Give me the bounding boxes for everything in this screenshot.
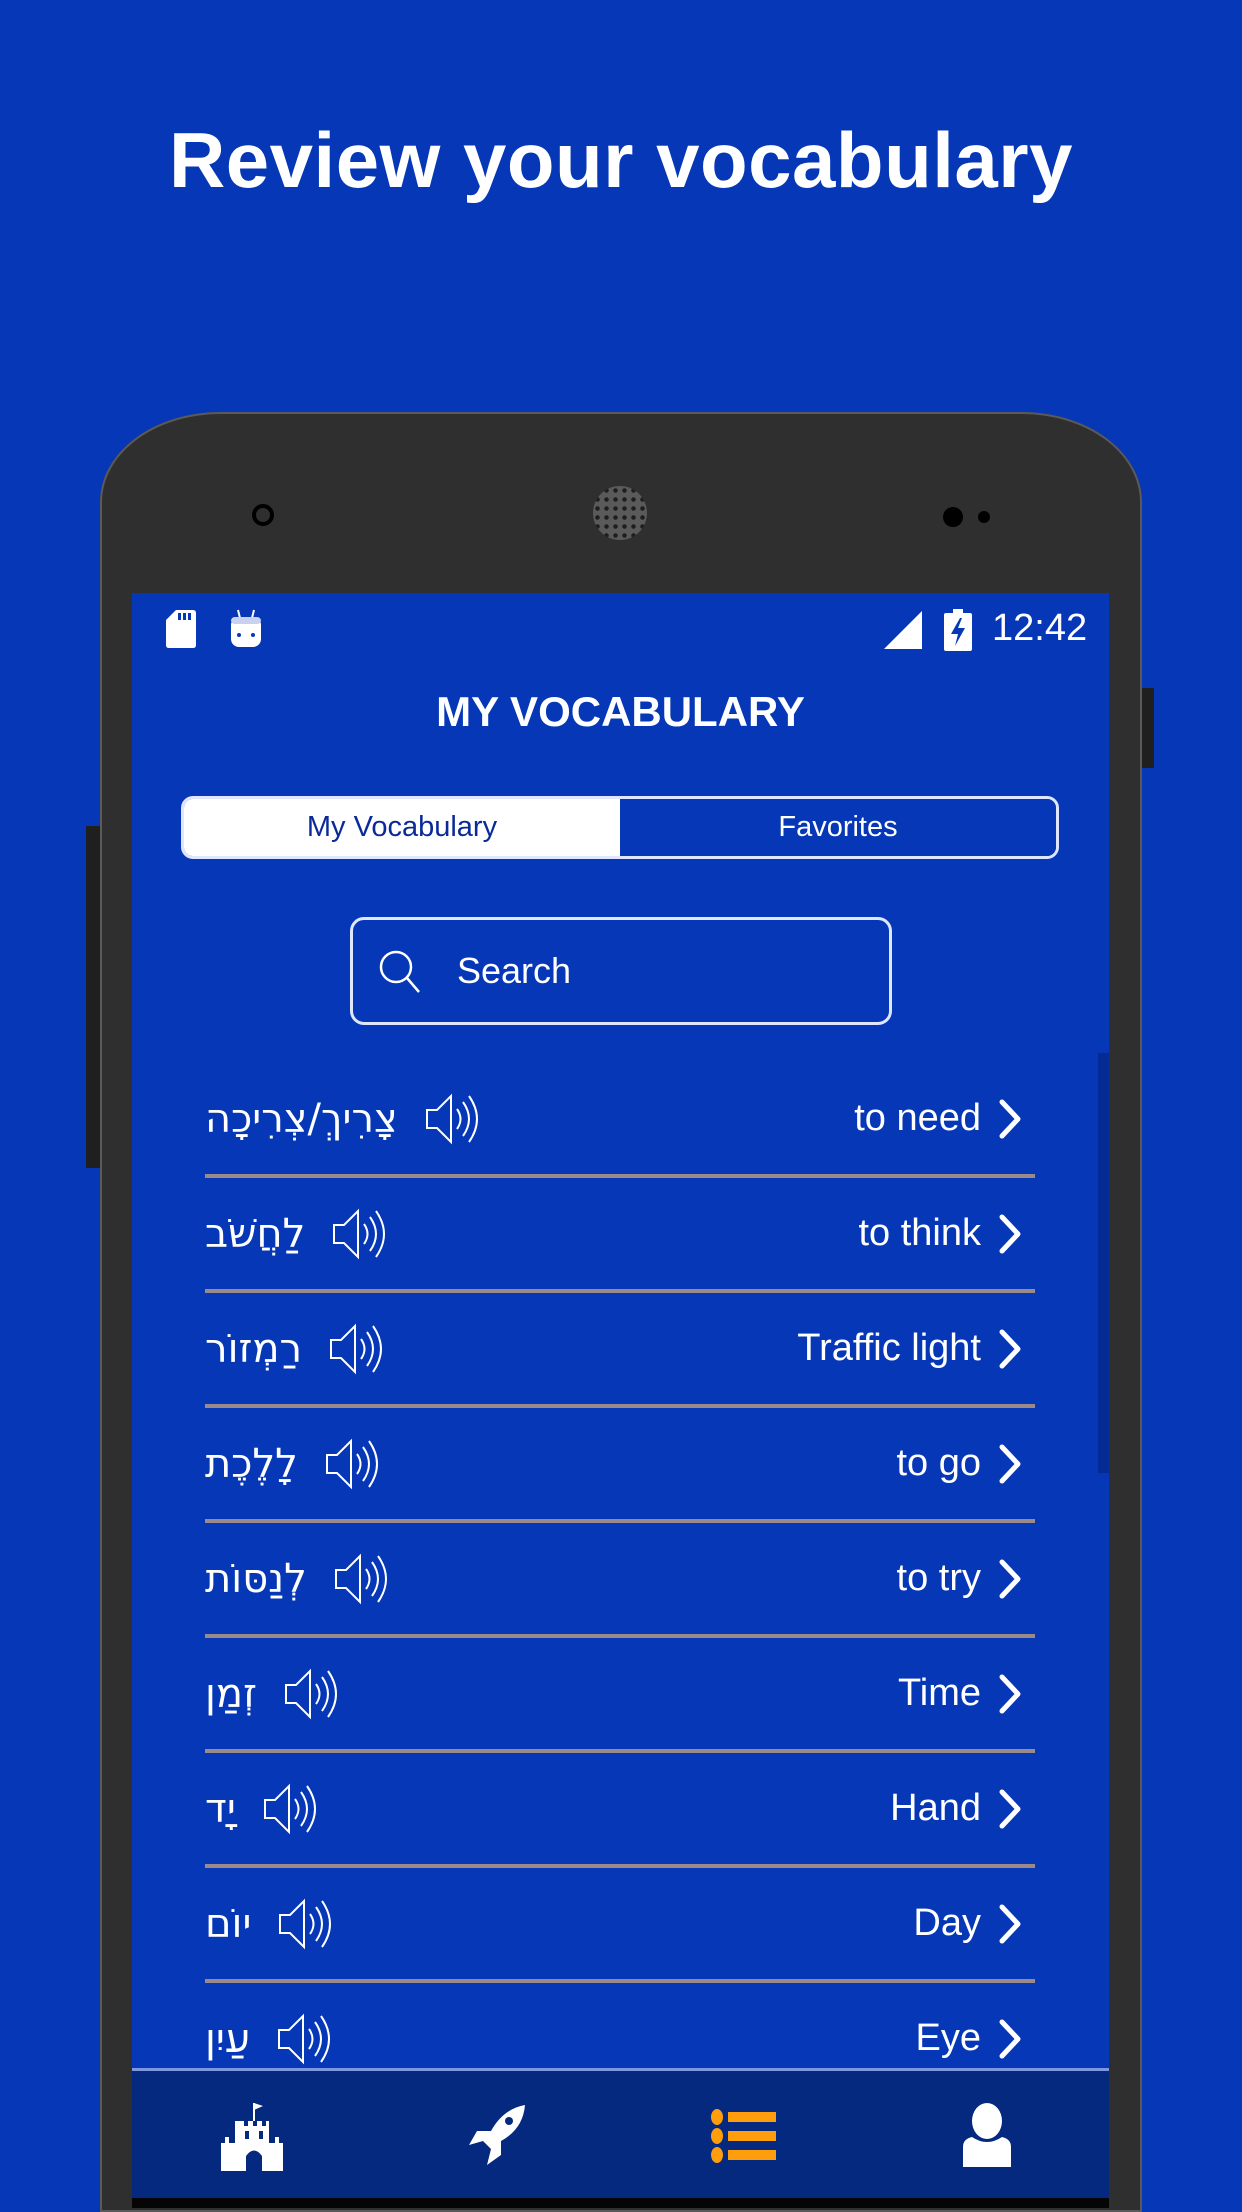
hebrew-group: עַיִן (205, 2013, 336, 2065)
english-word: to go (896, 1442, 981, 1484)
tab-favorites[interactable]: Favorites (620, 799, 1056, 856)
speaker-icon[interactable] (276, 2013, 336, 2065)
english-group: Eye (916, 2017, 1021, 2060)
hebrew-word: יָד (205, 1785, 236, 1832)
nav-home[interactable] (132, 2071, 376, 2201)
hebrew-word: רַמְזוֹר (205, 1325, 303, 1372)
speaker-icon[interactable] (277, 1898, 337, 1950)
english-word: Hand (890, 1787, 981, 1829)
speaker-icon[interactable] (424, 1093, 484, 1145)
vocabulary-list: צָרִיךְ/צְרִיכָה to need לַחֲשֹׁב to thi… (205, 1063, 1035, 2094)
earpiece-speaker (593, 486, 647, 540)
vocab-row[interactable]: יָד Hand (205, 1753, 1035, 1868)
android-bot-icon (231, 609, 261, 647)
battery-charging-icon (944, 609, 972, 651)
english-group: to go (896, 1442, 1021, 1485)
english-group: to think (858, 1212, 1021, 1255)
vocab-row[interactable]: זְמַן Time (205, 1638, 1035, 1753)
sd-card-icon (166, 610, 196, 648)
speaker-icon[interactable] (331, 1208, 391, 1260)
chevron-right-icon (999, 1904, 1021, 1943)
chevron-right-icon (999, 1674, 1021, 1713)
phone-volume-button (86, 826, 100, 1168)
phone-power-button (1142, 688, 1154, 768)
rocket-icon (469, 2105, 526, 2165)
hebrew-group: יוֹם (205, 1898, 337, 1950)
english-group: Day (913, 1902, 1021, 1945)
hebrew-group: לַחֲשֹׁב (205, 1208, 391, 1260)
chevron-right-icon (999, 1444, 1021, 1483)
scrollbar[interactable] (1098, 1053, 1109, 1473)
speaker-icon[interactable] (262, 1783, 322, 1835)
screen-edge (132, 2198, 1109, 2208)
hebrew-word: לָלֶכֶת (205, 1440, 298, 1487)
vocab-row[interactable]: רַמְזוֹר Traffic light (205, 1293, 1035, 1408)
light-sensor (978, 511, 990, 523)
vocab-row[interactable]: צָרִיךְ/צְרִיכָה to need (205, 1063, 1035, 1178)
chevron-right-icon (999, 1214, 1021, 1253)
english-word: to try (896, 1557, 981, 1599)
hebrew-group: רַמְזוֹר (205, 1323, 388, 1375)
hebrew-word: לַחֲשֹׁב (205, 1210, 306, 1257)
front-camera (252, 504, 274, 526)
bottom-navigation (132, 2068, 1109, 2201)
status-time: 12:42 (992, 607, 1088, 649)
hebrew-group: יָד (205, 1783, 322, 1835)
english-group: Time (898, 1672, 1021, 1715)
speaker-icon[interactable] (333, 1553, 393, 1605)
status-bar: 12:42 (132, 593, 1109, 661)
chevron-right-icon (999, 1099, 1021, 1138)
speaker-icon[interactable] (283, 1668, 343, 1720)
english-word: to need (854, 1097, 981, 1139)
english-group: to try (897, 1557, 1021, 1600)
english-word: Traffic light (797, 1327, 981, 1369)
hebrew-group: לָלֶכֶת (205, 1438, 384, 1490)
nav-vocabulary[interactable] (621, 2071, 865, 2201)
vocab-row[interactable]: לְנַסּוֹת to try (205, 1523, 1035, 1638)
english-word: Eye (915, 2017, 981, 2059)
phone-screen: 12:42 MY VOCABULARY My Vocabulary Favori… (132, 593, 1109, 2208)
speaker-icon[interactable] (328, 1323, 388, 1375)
chevron-right-icon (999, 1329, 1021, 1368)
list-icon (710, 2109, 776, 2163)
english-group: Traffic light (797, 1327, 1021, 1370)
promo-headline: Review your vocabulary (168, 116, 1074, 204)
proximity-sensor (943, 507, 963, 527)
vocab-row[interactable]: לַחֲשֹׁב to think (205, 1178, 1035, 1293)
tab-my-vocabulary[interactable]: My Vocabulary (184, 799, 620, 856)
chevron-right-icon (999, 1789, 1021, 1828)
hebrew-word: צָרִיךְ/צְרִיכָה (205, 1095, 398, 1142)
hebrew-word: זְמַן (205, 1670, 257, 1717)
hebrew-group: זְמַן (205, 1668, 343, 1720)
signal-icon (884, 611, 922, 649)
screen-title: MY VOCABULARY (436, 688, 805, 735)
hebrew-group: לְנַסּוֹת (205, 1553, 393, 1605)
search-input[interactable] (455, 949, 839, 993)
english-group: to need (854, 1097, 1021, 1140)
hebrew-word: יוֹם (205, 1900, 252, 1947)
nav-practice[interactable] (376, 2071, 620, 2201)
vocabulary-tabs: My Vocabulary Favorites (181, 796, 1059, 859)
search-box[interactable] (350, 917, 892, 1025)
english-group: Hand (890, 1787, 1021, 1830)
english-word: to think (858, 1212, 981, 1254)
hebrew-word: לְנַסּוֹת (205, 1555, 307, 1602)
nav-profile[interactable] (865, 2071, 1109, 2201)
chevron-right-icon (999, 1559, 1021, 1598)
vocab-row[interactable]: לָלֶכֶת to go (205, 1408, 1035, 1523)
castle-icon (221, 2103, 284, 2171)
search-icon (379, 950, 420, 993)
hebrew-word: עַיִן (205, 2015, 251, 2062)
english-word: Day (913, 1902, 981, 1944)
speaker-icon[interactable] (324, 1438, 384, 1490)
hebrew-group: צָרִיךְ/צְרִיכָה (205, 1093, 484, 1145)
chevron-right-icon (999, 2019, 1021, 2058)
vocab-row[interactable]: יוֹם Day (205, 1868, 1035, 1983)
english-word: Time (897, 1672, 981, 1714)
user-icon (962, 2103, 1011, 2167)
